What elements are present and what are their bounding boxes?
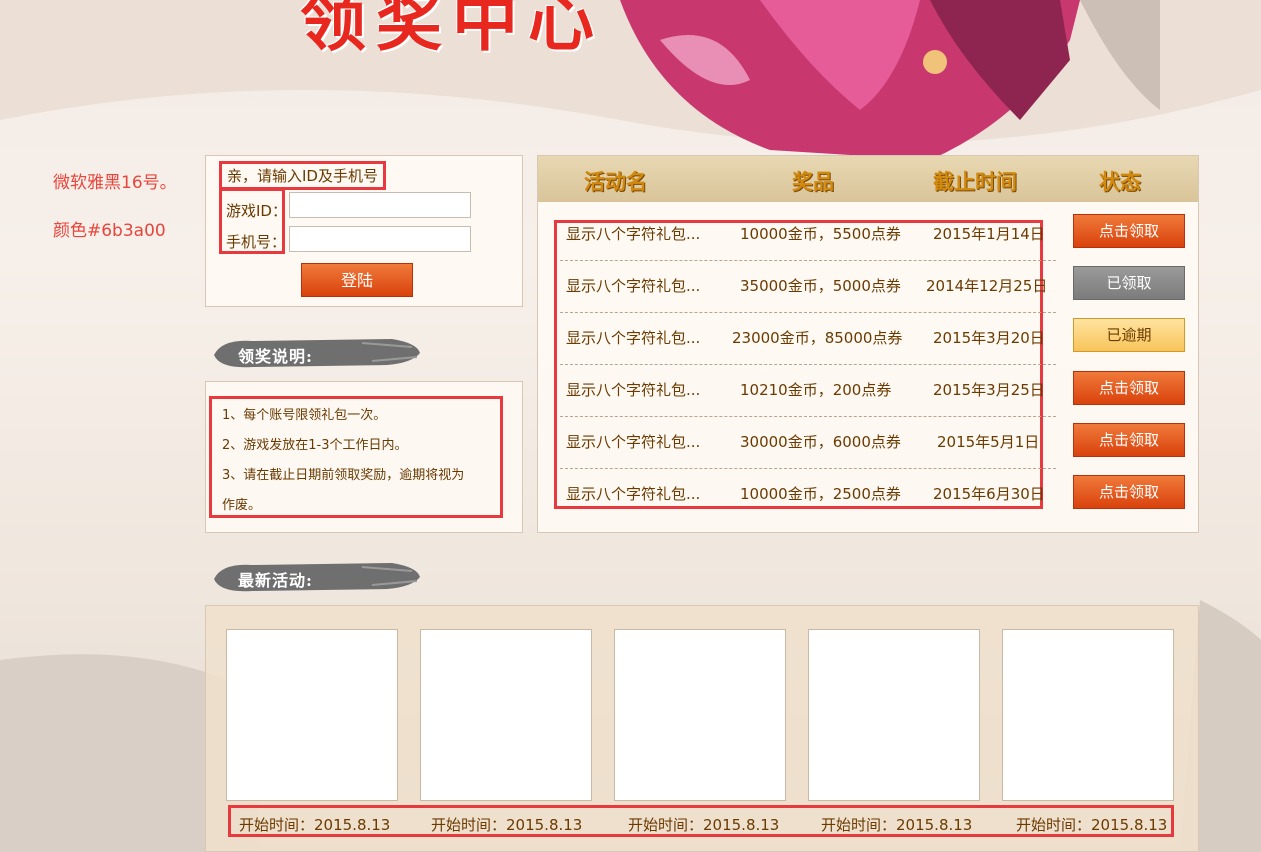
game-id-label: 游戏ID： — [226, 202, 287, 220]
prize: 30000金币，6000点券 — [740, 433, 901, 451]
activity-start-date: 开始时间：2015.8.13 — [628, 816, 780, 834]
prize: 35000金币，5000点券 — [740, 277, 901, 295]
activities-heading: 最新活动: — [238, 571, 313, 590]
expired-button[interactable]: 已逾期 — [1073, 318, 1185, 352]
header-activity-name: 活动名 — [584, 169, 647, 194]
phone-input[interactable] — [289, 226, 471, 252]
prize: 23000金币，85000点券 — [732, 329, 903, 347]
table-header: 活动名 奖品 截止时间 状态 — [538, 156, 1198, 202]
activity-start-date: 开始时间：2015.8.13 — [239, 816, 391, 834]
login-hint: 亲，请输入ID及手机号 — [219, 161, 386, 190]
activity-thumbnail[interactable] — [420, 629, 592, 801]
rules-heading: 领奖说明: — [238, 347, 313, 366]
activity-thumbnail[interactable] — [614, 629, 786, 801]
rules-list: 1、每个账号限领礼包一次。 2、游戏发放在1-3个工作日内。 3、请在截止日期前… — [209, 396, 503, 518]
rule-item: 1、每个账号限领礼包一次。 — [222, 408, 387, 423]
row-divider — [560, 260, 1056, 261]
game-id-input[interactable] — [289, 192, 471, 218]
claimed-button[interactable]: 已领取 — [1073, 266, 1185, 300]
activity-thumbnail[interactable] — [226, 629, 398, 801]
page-title: 领奖中心 — [300, 0, 604, 60]
rule-item: 3、请在截止日期前领取奖励，逾期将视为 — [222, 468, 465, 483]
hero-character-illustration — [620, 0, 1160, 160]
table-row: 显示八个字符礼包... 23000金币，85000点券 2015年3月20日 — [560, 327, 1060, 379]
row-divider — [560, 416, 1056, 417]
activity-start-date: 开始时间：2015.8.13 — [431, 816, 583, 834]
login-panel: 亲，请输入ID及手机号 游戏ID： 手机号： 登陆 — [205, 155, 523, 307]
prize: 10210金币，200点券 — [740, 381, 892, 399]
table-row: 显示八个字符礼包... 10000金币，2500点券 2015年6月30日 — [560, 483, 1060, 535]
table-row: 显示八个字符礼包... 10210金币，200点券 2015年3月25日 — [560, 379, 1060, 431]
login-button[interactable]: 登陆 — [301, 263, 413, 297]
deadline: 2015年3月25日 — [933, 381, 1045, 399]
deadline: 2015年3月20日 — [933, 329, 1045, 347]
activity-name: 显示八个字符礼包... — [566, 485, 701, 503]
prize: 10000金币，2500点券 — [740, 485, 901, 503]
activity-name: 显示八个字符礼包... — [566, 277, 701, 295]
rules-panel: 1、每个账号限领礼包一次。 2、游戏发放在1-3个工作日内。 3、请在截止日期前… — [205, 381, 523, 533]
activity-start-date: 开始时间：2015.8.13 — [1016, 816, 1168, 834]
header-status: 状态 — [1099, 169, 1141, 194]
table-row: 显示八个字符礼包... 10000金币，5500点券 2015年1月14日 — [560, 223, 1060, 275]
color-spec-note: 颜色#6b3a00 — [53, 221, 166, 241]
claim-button[interactable]: 点击领取 — [1073, 371, 1185, 405]
activity-thumbnail[interactable] — [808, 629, 980, 801]
activity-name: 显示八个字符礼包... — [566, 225, 701, 243]
header-deadline: 截止时间 — [933, 169, 1017, 194]
rewards-table: 活动名 奖品 截止时间 状态 显示八个字符礼包... 10000金币，5500点… — [537, 155, 1199, 533]
activities-panel: 开始时间：2015.8.13 开始时间：2015.8.13 开始时间：2015.… — [205, 605, 1199, 852]
claim-button[interactable]: 点击领取 — [1073, 214, 1185, 248]
activity-dates-highlight: 开始时间：2015.8.13 开始时间：2015.8.13 开始时间：2015.… — [228, 805, 1174, 837]
deadline: 2015年5月1日 — [937, 433, 1040, 451]
deadline: 2015年1月14日 — [933, 225, 1045, 243]
font-spec-note: 微软雅黑16号。 — [53, 173, 177, 193]
activity-thumbnail[interactable] — [1002, 629, 1174, 801]
claim-button[interactable]: 点击领取 — [1073, 423, 1185, 457]
claim-button[interactable]: 点击领取 — [1073, 475, 1185, 509]
deadline: 2015年6月30日 — [933, 485, 1045, 503]
login-labels-box: 游戏ID： 手机号： — [219, 188, 287, 254]
activity-name: 显示八个字符礼包... — [566, 329, 701, 347]
deadline: 2014年12月25日 — [926, 277, 1048, 295]
table-row: 显示八个字符礼包... 30000金币，6000点券 2015年5月1日 — [560, 431, 1060, 483]
phone-label: 手机号： — [226, 233, 287, 251]
header-prize: 奖品 — [792, 169, 834, 194]
prize: 10000金币，5500点券 — [740, 225, 901, 243]
activity-name: 显示八个字符礼包... — [566, 381, 701, 399]
rule-item: 作废。 — [222, 498, 262, 513]
activity-name: 显示八个字符礼包... — [566, 433, 701, 451]
table-row: 显示八个字符礼包... 35000金币，5000点券 2014年12月25日 — [560, 275, 1060, 327]
row-divider — [560, 312, 1056, 313]
row-divider — [560, 468, 1056, 469]
row-divider — [560, 364, 1056, 365]
rule-item: 2、游戏发放在1-3个工作日内。 — [222, 438, 408, 453]
activity-start-date: 开始时间：2015.8.13 — [821, 816, 973, 834]
